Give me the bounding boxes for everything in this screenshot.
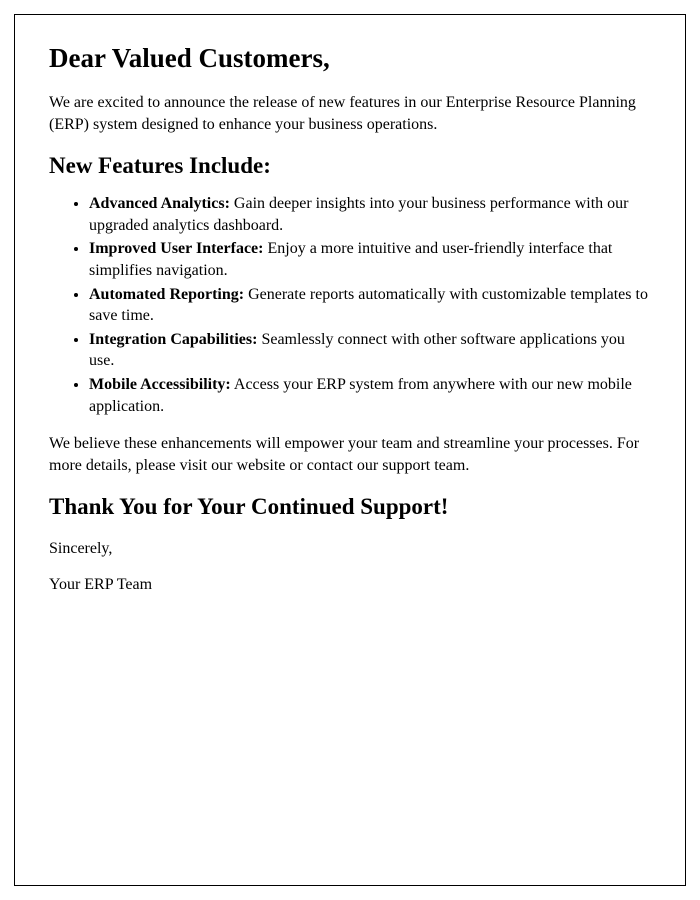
list-item: Advanced Analytics: Gain deeper insights… xyxy=(89,193,651,236)
closing-paragraph: We believe these enhancements will empow… xyxy=(49,433,651,476)
features-list: Advanced Analytics: Gain deeper insights… xyxy=(89,193,651,417)
features-heading: New Features Include: xyxy=(49,153,651,179)
list-item: Integration Capabilities: Seamlessly con… xyxy=(89,329,651,372)
signature-text: Your ERP Team xyxy=(49,574,651,596)
list-item: Improved User Interface: Enjoy a more in… xyxy=(89,238,651,281)
greeting-heading: Dear Valued Customers, xyxy=(49,43,651,74)
thank-you-heading: Thank You for Your Continued Support! xyxy=(49,494,651,520)
feature-title: Advanced Analytics: xyxy=(89,195,230,212)
list-item: Automated Reporting: Generate reports au… xyxy=(89,284,651,327)
feature-title: Mobile Accessibility: xyxy=(89,376,231,393)
document-container: Dear Valued Customers, We are excited to… xyxy=(14,14,686,886)
list-item: Mobile Accessibility: Access your ERP sy… xyxy=(89,374,651,417)
feature-title: Integration Capabilities: xyxy=(89,331,257,348)
feature-title: Automated Reporting: xyxy=(89,286,244,303)
sincerely-text: Sincerely, xyxy=(49,538,651,560)
intro-paragraph: We are excited to announce the release o… xyxy=(49,92,651,135)
feature-title: Improved User Interface: xyxy=(89,240,263,257)
